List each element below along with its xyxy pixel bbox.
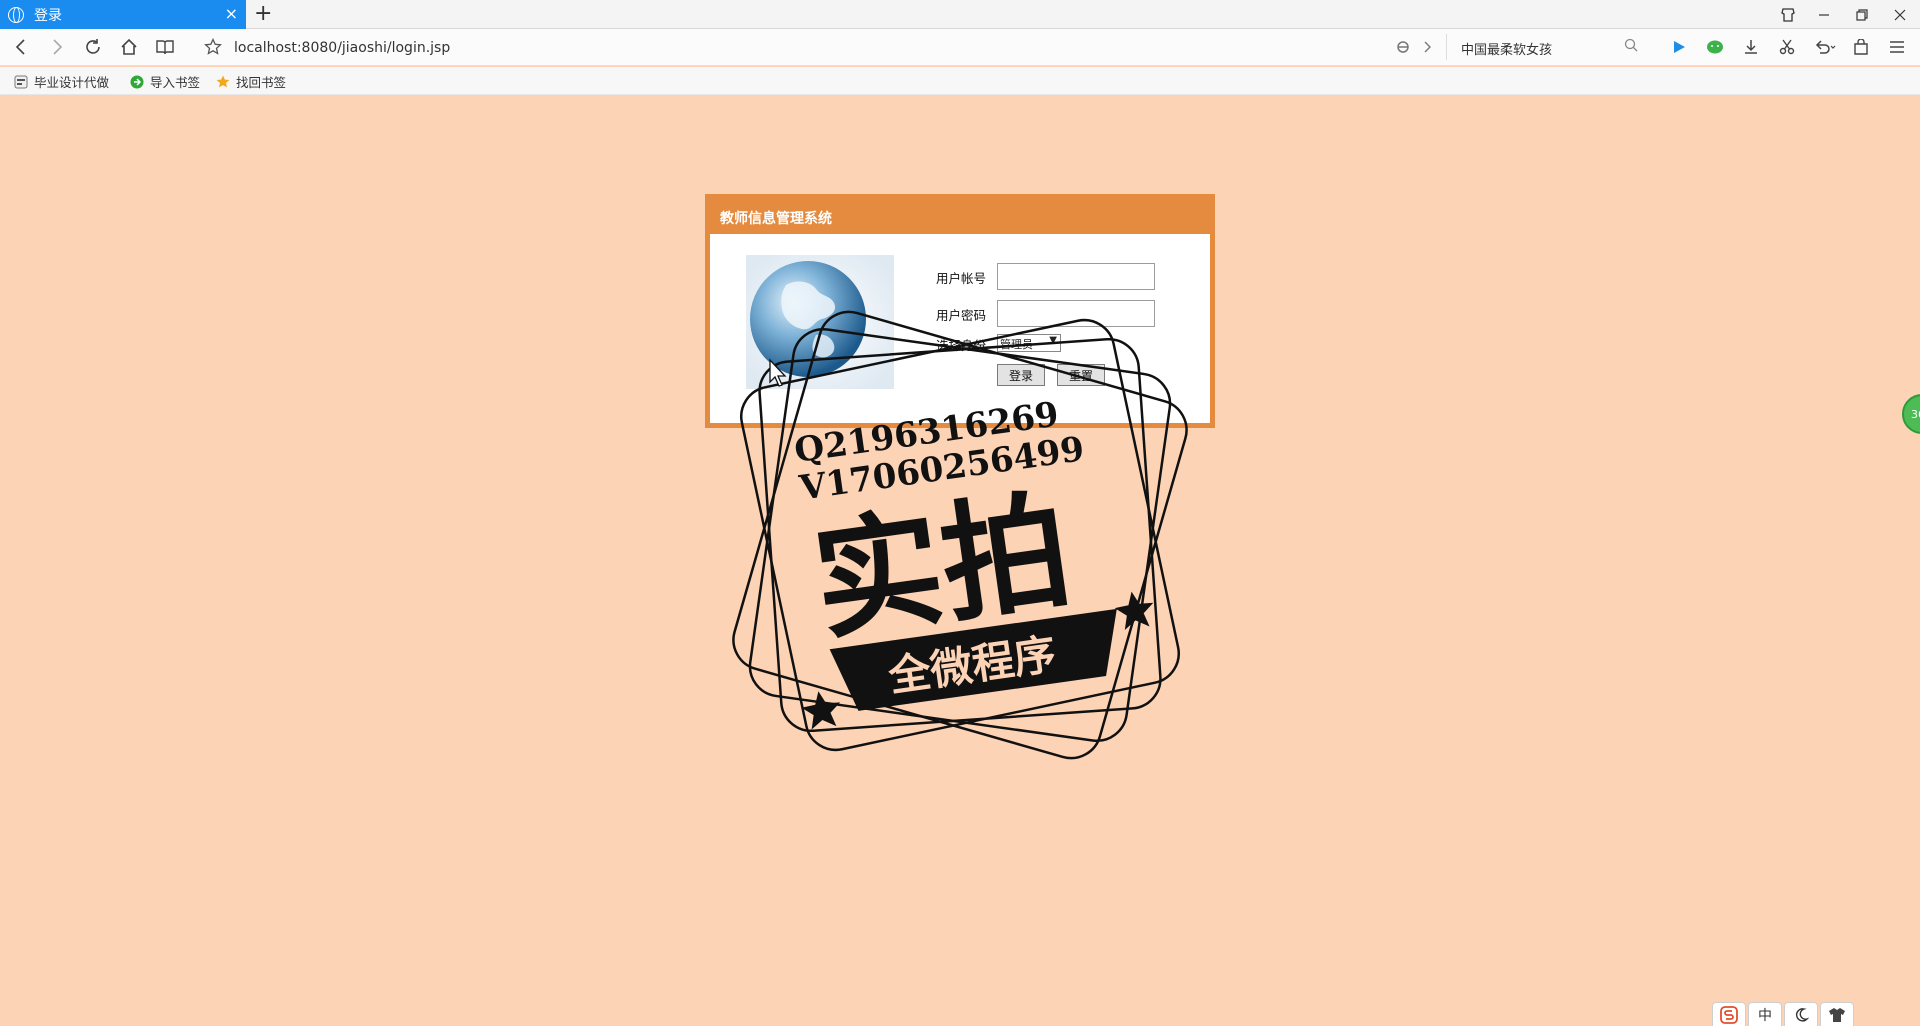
undo-icon[interactable]: [1812, 34, 1838, 60]
download-icon[interactable]: [1738, 34, 1764, 60]
forward-icon[interactable]: [44, 34, 70, 60]
watermark-line2: V17060256499: [796, 429, 1086, 509]
navigation-bar: localhost:8080/jiaoshi/login.jsp 中国最柔软女孩: [0, 29, 1920, 66]
scissors-icon[interactable]: [1774, 34, 1800, 60]
bookmark-label: 找回书签: [236, 75, 287, 90]
close-tab-icon[interactable]: ×: [225, 5, 238, 23]
login-panel: 教师信息管理系统 用户帐号 用户密码 选择身份 管理员 ▼ 登录 重置: [705, 194, 1215, 428]
reader-icon[interactable]: [152, 34, 178, 60]
menu-icon[interactable]: [1884, 34, 1910, 60]
bookmark-bar: 毕业设计代做 导入书签 找回书签: [0, 67, 1920, 95]
role-selected-value: 管理员: [1000, 338, 1033, 351]
wechat-icon[interactable]: [1702, 34, 1728, 60]
star-icon: [216, 75, 230, 87]
sogou-icon[interactable]: [1712, 1002, 1746, 1026]
ime-mode-toggle[interactable]: 中: [1748, 1002, 1782, 1026]
skin-icon[interactable]: [1770, 0, 1806, 29]
restore-button[interactable]: [1844, 0, 1880, 29]
login-button[interactable]: 登录: [997, 364, 1045, 386]
bookmark-item[interactable]: 找回书签: [216, 72, 286, 91]
minimize-button[interactable]: [1806, 0, 1842, 29]
watermark-main: 实拍: [805, 476, 1079, 659]
username-input[interactable]: [997, 263, 1155, 290]
floating-assistant-button[interactable]: 360: [1902, 394, 1920, 434]
bookmark-label: 毕业设计代做: [34, 75, 110, 90]
close-window-button[interactable]: [1882, 0, 1918, 29]
search-input[interactable]: 中国最柔软女孩: [1446, 34, 1646, 60]
tab-bar: 登录 × +: [0, 0, 1920, 29]
star-icon: [1114, 591, 1154, 630]
import-icon: [130, 75, 144, 88]
bag-icon[interactable]: [1848, 34, 1874, 60]
star-icon: [801, 691, 841, 730]
home-icon[interactable]: [116, 34, 142, 60]
chevron-down-icon: ▼: [1049, 335, 1057, 346]
login-title: 教师信息管理系统: [710, 199, 1210, 234]
role-select[interactable]: 管理员 ▼: [997, 334, 1061, 352]
password-label: 用户密码: [936, 308, 987, 323]
new-tab-button[interactable]: +: [254, 2, 272, 26]
tab-title: 登录: [34, 7, 62, 24]
password-input[interactable]: [997, 300, 1155, 327]
username-label: 用户帐号: [936, 271, 987, 286]
search-icon[interactable]: [1624, 38, 1638, 52]
chevron-right-icon[interactable]: [1415, 34, 1441, 60]
app-icon: [14, 75, 28, 88]
moon-icon[interactable]: [1784, 1002, 1818, 1026]
bookmark-label: 导入书签: [150, 75, 201, 90]
globe-icon: [8, 6, 24, 23]
role-label: 选择身份: [936, 338, 987, 353]
reset-button[interactable]: 重置: [1057, 364, 1105, 386]
address-bar[interactable]: localhost:8080/jiaoshi/login.jsp: [234, 40, 450, 56]
video-play-icon[interactable]: [1666, 34, 1692, 60]
ime-toolbar: 中: [1712, 1002, 1858, 1026]
ie-mode-icon[interactable]: [1390, 34, 1416, 60]
back-icon[interactable]: [8, 34, 34, 60]
bookmark-item[interactable]: 毕业设计代做: [14, 72, 109, 91]
star-bookmark-icon[interactable]: [200, 34, 226, 60]
watermark-banner: 全微程序: [885, 629, 1059, 701]
shirt-icon[interactable]: [1820, 1002, 1854, 1026]
bookmark-item[interactable]: 导入书签: [130, 72, 200, 91]
refresh-icon[interactable]: [80, 34, 106, 60]
active-tab[interactable]: 登录 ×: [0, 0, 246, 29]
globe-image: [746, 255, 894, 389]
